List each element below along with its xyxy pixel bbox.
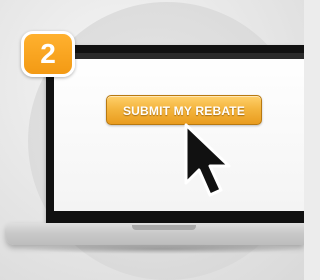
laptop-display: SUBMIT MY REBATE	[54, 53, 304, 211]
laptop-notch	[132, 225, 196, 230]
laptop-base	[6, 223, 304, 245]
display-top-bar	[54, 53, 304, 59]
laptop-screen: SUBMIT MY REBATE	[46, 45, 304, 223]
laptop-shadow	[20, 244, 304, 254]
step-number-badge: 2	[21, 31, 75, 77]
arrow-cursor-icon	[184, 123, 231, 197]
rebate-step-illustration: SUBMIT MY REBATE 2	[0, 0, 304, 280]
submit-rebate-button[interactable]: SUBMIT MY REBATE	[106, 95, 262, 125]
